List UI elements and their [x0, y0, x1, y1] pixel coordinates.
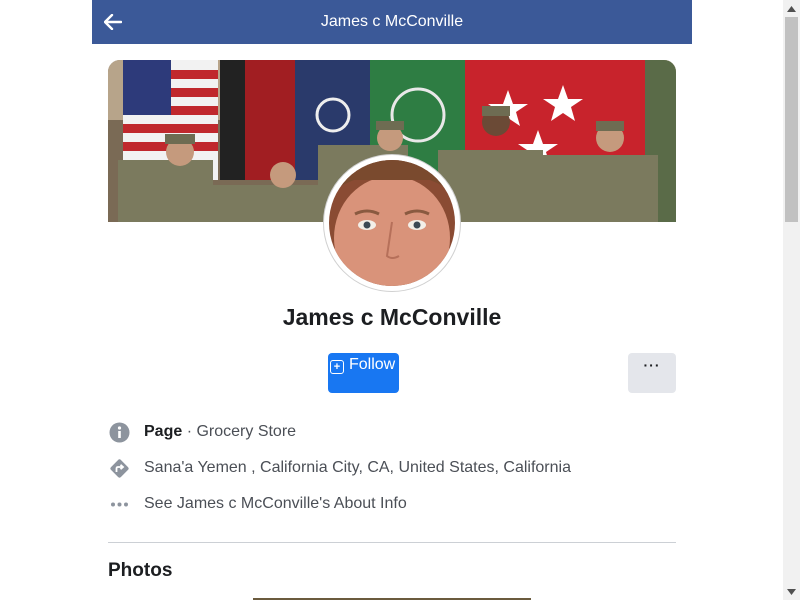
scroll-down-button[interactable] — [783, 583, 800, 600]
chevron-up-icon — [787, 5, 796, 12]
vertical-scrollbar[interactable] — [783, 0, 800, 600]
info-icon — [108, 421, 130, 443]
back-button[interactable] — [102, 11, 124, 33]
divider — [108, 542, 676, 543]
info-row-page: Page · Grocery Store — [108, 420, 676, 444]
more-options-button[interactable]: ··· — [628, 353, 676, 393]
location-text: Sana'a Yemen , California City, CA, Unit… — [144, 459, 571, 476]
photos-section-title: Photos — [108, 560, 173, 581]
page-category: Grocery Store — [196, 423, 297, 440]
scroll-up-button[interactable] — [783, 0, 800, 17]
follow-button[interactable]: + Follow — [328, 353, 399, 393]
profile-name: James c McConville — [282, 304, 502, 330]
info-row-location[interactable]: Sana'a Yemen , California City, CA, Unit… — [108, 456, 676, 480]
directions-icon — [108, 457, 130, 479]
top-bar: James c McConville — [92, 0, 692, 44]
chevron-down-icon — [787, 588, 796, 595]
follow-label: Follow — [349, 356, 396, 373]
more-dots-icon: ··· — [643, 357, 661, 373]
plus-icon: + — [330, 360, 344, 374]
about-info-link[interactable]: See James c McConville's About Info — [108, 492, 676, 516]
about-info-text: See James c McConville's About Info — [144, 495, 407, 512]
scrollbar-thumb[interactable] — [785, 17, 798, 222]
profile-avatar[interactable] — [324, 155, 460, 291]
more-dots-icon — [108, 493, 130, 515]
page-title: James c McConville — [320, 13, 464, 30]
page-type-label: Page — [144, 423, 183, 440]
separator: · — [182, 423, 197, 440]
arrow-left-icon — [104, 14, 122, 30]
